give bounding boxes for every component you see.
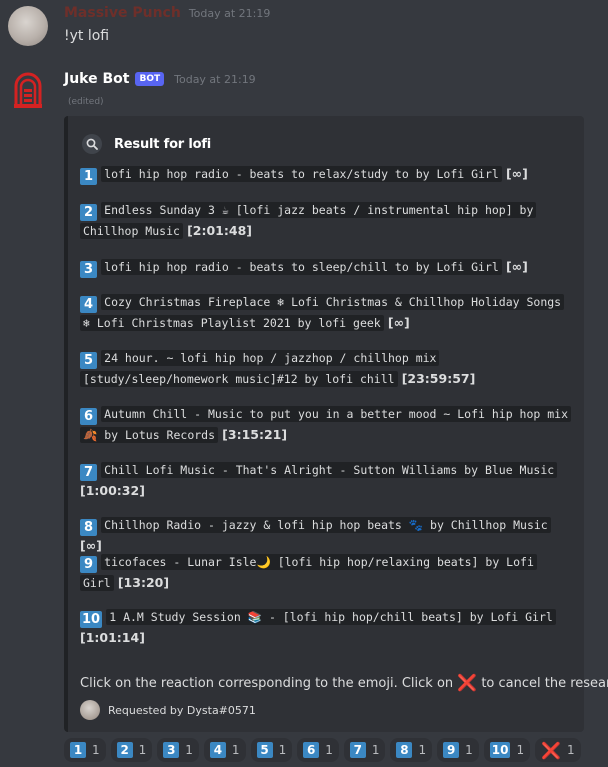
result-duration: [∞] bbox=[505, 166, 528, 181]
result-number-icon: 1 bbox=[80, 168, 97, 185]
reaction-1[interactable]: 11 bbox=[64, 738, 106, 762]
keycap-8-icon: 8 bbox=[396, 742, 413, 758]
result-item: 8 Chillhop Radio - jazzy & lofi hip hop … bbox=[80, 516, 570, 556]
keycap-10-icon: 10 bbox=[489, 742, 511, 758]
message-timestamp: Today at 21:19 bbox=[174, 72, 256, 86]
result-item: 5 24 hour. ~ lofi hip hop / jazzhop / ch… bbox=[80, 349, 570, 389]
footer-avatar bbox=[80, 700, 100, 720]
message-content: !yt lofi bbox=[64, 28, 110, 44]
message-header: Juke Bot BOT Today at 21:19 bbox=[64, 71, 256, 87]
result-title: Chill Lofi Music - That's Alright - Sutt… bbox=[101, 462, 558, 478]
author-name[interactable]: Juke Bot bbox=[64, 71, 129, 87]
keycap-1-icon: 1 bbox=[70, 742, 86, 758]
result-duration: [3:15:21] bbox=[222, 427, 288, 442]
result-number-icon: 2 bbox=[80, 204, 97, 221]
search-icon bbox=[82, 134, 102, 154]
message-header: Massive Punch Today at 21:19 bbox=[64, 5, 270, 21]
reaction-3[interactable]: 31 bbox=[157, 738, 199, 762]
reaction-8[interactable]: 81 bbox=[390, 738, 433, 762]
keycap-3-icon: 3 bbox=[163, 742, 180, 758]
user-avatar[interactable] bbox=[8, 6, 48, 46]
result-number-icon: 6 bbox=[80, 408, 97, 425]
result-item: 4 Cozy Christmas Fireplace ❄ Lofi Christ… bbox=[80, 293, 570, 333]
result-item: 6 Autumn Chill - Music to put you in a b… bbox=[80, 405, 572, 445]
keycap-2-icon: 2 bbox=[116, 742, 133, 758]
result-duration: [∞] bbox=[80, 538, 102, 553]
result-duration: [∞] bbox=[387, 315, 410, 330]
embed-footer: Requested by Dysta#0571 bbox=[80, 700, 256, 720]
result-title: Cozy Christmas Fireplace ❄ Lofi Christma… bbox=[80, 294, 565, 331]
reaction-count: 1 bbox=[231, 743, 240, 757]
reactions-bar: 1 1 2 1 3 1 4 1 5 1 6 1 7 1 8 1 9 1 10 1 ❌ 1 bbox=[64, 738, 586, 762]
keycap-6-icon: 6 bbox=[303, 742, 320, 758]
keycap-9-icon: 9 bbox=[443, 742, 460, 758]
result-item: 3 lofi hip hop radio - beats to sleep/ch… bbox=[80, 257, 570, 278]
reaction-count: 1 bbox=[418, 743, 427, 757]
result-duration: [∞] bbox=[505, 259, 528, 274]
result-title: Endless Sunday 3 ☕ [lofi jazz beats / in… bbox=[80, 202, 537, 239]
cross-mark-icon: ❌ bbox=[457, 673, 478, 692]
keycap-7-icon: 7 bbox=[349, 742, 366, 758]
instruction-text-before: Click on the reaction corresponding to t… bbox=[80, 676, 458, 691]
reaction-count: 1 bbox=[185, 743, 193, 757]
jukebox-icon[interactable] bbox=[13, 72, 43, 108]
result-duration: [2:01:48] bbox=[187, 223, 252, 238]
result-duration: [1:00:32] bbox=[80, 483, 145, 498]
result-number-icon: 3 bbox=[80, 261, 97, 278]
message-timestamp: Today at 21:19 bbox=[188, 7, 271, 20]
reaction-9[interactable]: 91 bbox=[437, 738, 479, 762]
embed-title: Result for lofi bbox=[114, 136, 212, 152]
reaction-4[interactable]: 41 bbox=[203, 738, 246, 762]
result-title: lofi hip hop radio - beats to sleep/chil… bbox=[101, 259, 502, 275]
reaction-cancel[interactable]: ❌ 1 bbox=[535, 738, 581, 762]
result-title: Autumn Chill - Music to put you in a bet… bbox=[80, 406, 572, 443]
result-title: 1 A.M Study Session 📚 - [lofi hip hop/ch… bbox=[106, 609, 556, 625]
reaction-count: 1 bbox=[567, 743, 575, 757]
result-item: 1 lofi hip hop radio - beats to relax/st… bbox=[80, 164, 570, 185]
reaction-count: 1 bbox=[325, 743, 333, 757]
result-title: lofi hip hop radio - beats to relax/stud… bbox=[101, 166, 502, 182]
embed-header: Result for lofi bbox=[82, 134, 211, 154]
instruction-text: Click on the reaction corresponding to t… bbox=[80, 673, 608, 692]
result-duration: [1:01:14] bbox=[80, 630, 145, 645]
reaction-count: 1 bbox=[138, 743, 147, 757]
author-name[interactable]: Massive Punch bbox=[64, 5, 181, 21]
result-item: 7 Chill Lofi Music - That's Alright - Su… bbox=[80, 461, 570, 501]
edited-label: (edited) bbox=[68, 97, 104, 107]
result-number-icon: 7 bbox=[80, 464, 97, 481]
reaction-5[interactable]: 51 bbox=[250, 738, 293, 762]
result-number-icon: 9 bbox=[80, 556, 97, 573]
result-item: 9 ticofaces - Lunar Isle🌙 [lofi hip hop/… bbox=[80, 553, 570, 593]
result-duration: [23:59:57] bbox=[401, 371, 476, 386]
result-number-icon: 5 bbox=[80, 352, 97, 369]
instruction-text-after: to cancel the research. bbox=[481, 676, 608, 691]
reaction-count: 1 bbox=[516, 743, 525, 757]
keycap-4-icon: 4 bbox=[209, 742, 226, 758]
result-number-icon: 8 bbox=[80, 519, 97, 536]
reaction-6[interactable]: 61 bbox=[297, 738, 339, 762]
reaction-10[interactable]: 10 1 bbox=[483, 738, 531, 762]
result-item: 2 Endless Sunday 3 ☕ [lofi jazz beats / … bbox=[80, 201, 570, 241]
result-number-icon: 10 bbox=[80, 611, 103, 628]
footer-text: Requested by Dysta#0571 bbox=[108, 703, 256, 717]
result-duration: [13:20] bbox=[117, 575, 170, 590]
reaction-7[interactable]: 71 bbox=[343, 738, 386, 762]
reaction-count: 1 bbox=[371, 743, 380, 757]
cross-mark-icon: ❌ bbox=[541, 740, 562, 760]
result-item: 10 1 A.M Study Session 📚 - [lofi hip hop… bbox=[80, 608, 570, 648]
bot-badge: BOT bbox=[135, 72, 165, 86]
result-title: Chillhop Radio - jazzy & lofi hip hop be… bbox=[101, 517, 551, 533]
result-number-icon: 4 bbox=[80, 296, 97, 313]
reaction-count: 1 bbox=[278, 743, 287, 757]
reaction-count: 1 bbox=[92, 743, 100, 757]
reaction-2[interactable]: 21 bbox=[110, 738, 153, 762]
keycap-5-icon: 5 bbox=[256, 742, 273, 758]
result-title: 24 hour. ~ lofi hip hop / jazzhop / chil… bbox=[80, 350, 440, 387]
search-results-embed: Result for lofi 1 lofi hip hop radio - b… bbox=[64, 116, 608, 732]
reaction-count: 1 bbox=[465, 743, 473, 757]
